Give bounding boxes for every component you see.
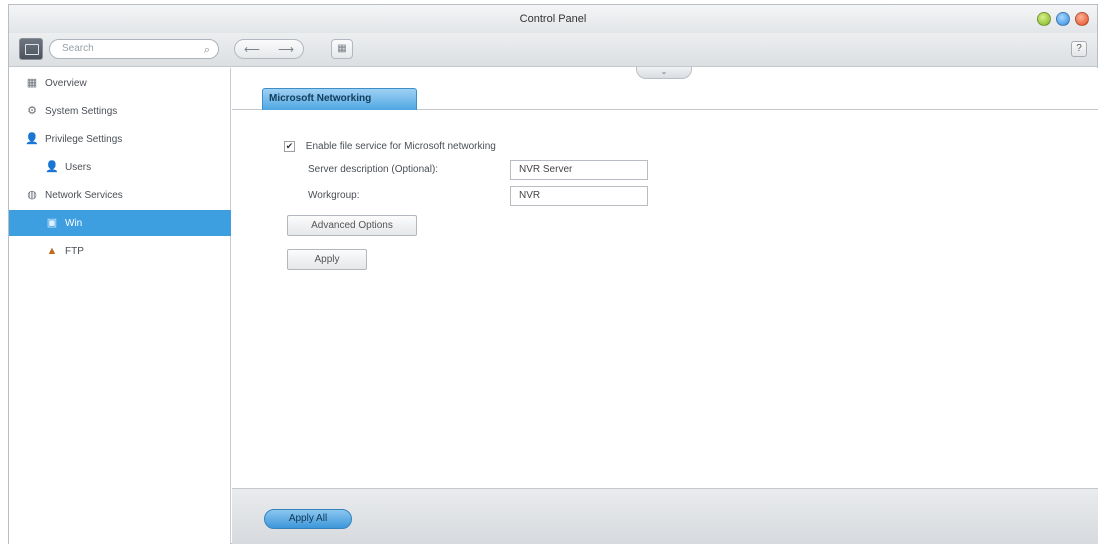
minimize-button[interactable] xyxy=(1037,12,1051,26)
sidebar-item-label: FTP xyxy=(65,245,84,257)
sidebar: ▦ Overview ⚙ System Settings 👤 Privilege… xyxy=(9,68,231,544)
search-input[interactable]: Search ⌕ xyxy=(49,39,219,59)
enable-file-service-checkbox[interactable]: ✔ xyxy=(284,141,295,152)
network-share-icon: ▣ xyxy=(46,217,58,229)
window-controls xyxy=(1037,12,1089,26)
sidebar-item-label: Users xyxy=(65,161,92,173)
sidebar-item-win[interactable]: ▣ Win xyxy=(9,210,231,236)
server-description-field[interactable]: NVR Server xyxy=(510,160,648,180)
sidebar-item-network-services[interactable]: ◍ Network Services xyxy=(9,182,231,208)
workgroup-field[interactable]: NVR xyxy=(510,186,648,206)
sidebar-item-label: Network Services xyxy=(45,189,123,201)
help-icon: ? xyxy=(1076,43,1082,54)
help-button[interactable]: ? xyxy=(1071,41,1087,57)
window-title: Control Panel xyxy=(519,13,587,25)
tab-label: Microsoft Networking xyxy=(269,93,372,104)
user-icon: 👤 xyxy=(45,161,59,173)
sidebar-item-label: System Settings xyxy=(45,105,118,117)
collapse-handle[interactable]: ⌄ xyxy=(636,67,692,79)
home-button[interactable] xyxy=(19,38,43,60)
workgroup-label: Workgroup: xyxy=(308,190,360,201)
title-bar: Control Panel xyxy=(9,5,1097,33)
sidebar-item-label: Privilege Settings xyxy=(45,133,123,145)
toolbar: Search ⌕ ⟵ ⟶ ▦ ? xyxy=(9,33,1097,67)
apply-all-button[interactable]: Apply All xyxy=(264,509,352,529)
sidebar-item-overview[interactable]: ▦ Overview xyxy=(9,70,231,96)
close-button[interactable] xyxy=(1075,12,1089,26)
sidebar-item-users[interactable]: 👤 Users xyxy=(9,154,231,180)
control-panel-window: Control Panel Search ⌕ ⟵ ⟶ ▦ ? ▦ Overvie… xyxy=(8,4,1098,544)
maximize-button[interactable] xyxy=(1056,12,1070,26)
sidebar-item-privilege-settings[interactable]: 👤 Privilege Settings xyxy=(9,126,231,152)
sidebar-item-label: Win xyxy=(65,217,83,229)
gear-icon: ⚙ xyxy=(27,105,37,117)
chevron-down-icon: ⌄ xyxy=(660,67,668,76)
sidebar-item-system-settings[interactable]: ⚙ System Settings xyxy=(9,98,231,124)
forward-arrow-icon[interactable]: ⟶ xyxy=(278,43,294,56)
search-icon[interactable]: ⌕ xyxy=(204,41,210,59)
grid-icon: ▦ xyxy=(337,43,347,54)
advanced-options-button[interactable]: Advanced Options xyxy=(287,215,417,236)
overview-icon: ▦ xyxy=(26,77,38,89)
back-arrow-icon[interactable]: ⟵ xyxy=(244,43,260,56)
user-icon: 👤 xyxy=(25,133,39,145)
sidebar-item-ftp[interactable]: ▲ FTP xyxy=(9,238,231,264)
enable-file-service-label: Enable file service for Microsoft networ… xyxy=(305,141,496,153)
enable-file-service-row: ✔ Enable file service for Microsoft netw… xyxy=(284,141,496,152)
ftp-icon: ▲ xyxy=(46,245,58,257)
sidebar-item-label: Overview xyxy=(45,77,87,89)
tab-microsoft-networking[interactable]: Microsoft Networking xyxy=(262,88,417,110)
globe-icon: ◍ xyxy=(27,189,37,201)
grid-view-button[interactable]: ▦ xyxy=(331,39,353,59)
footer-bar: Apply All xyxy=(232,488,1098,544)
main-panel: ⌄ Microsoft Networking ✔ Enable file ser… xyxy=(232,67,1098,488)
search-placeholder: Search xyxy=(62,43,94,54)
server-description-label: Server description (Optional): xyxy=(308,164,439,175)
tab-strip: Microsoft Networking xyxy=(232,86,1098,110)
apply-button[interactable]: Apply xyxy=(287,249,367,270)
navigation-buttons: ⟵ ⟶ xyxy=(234,39,304,59)
